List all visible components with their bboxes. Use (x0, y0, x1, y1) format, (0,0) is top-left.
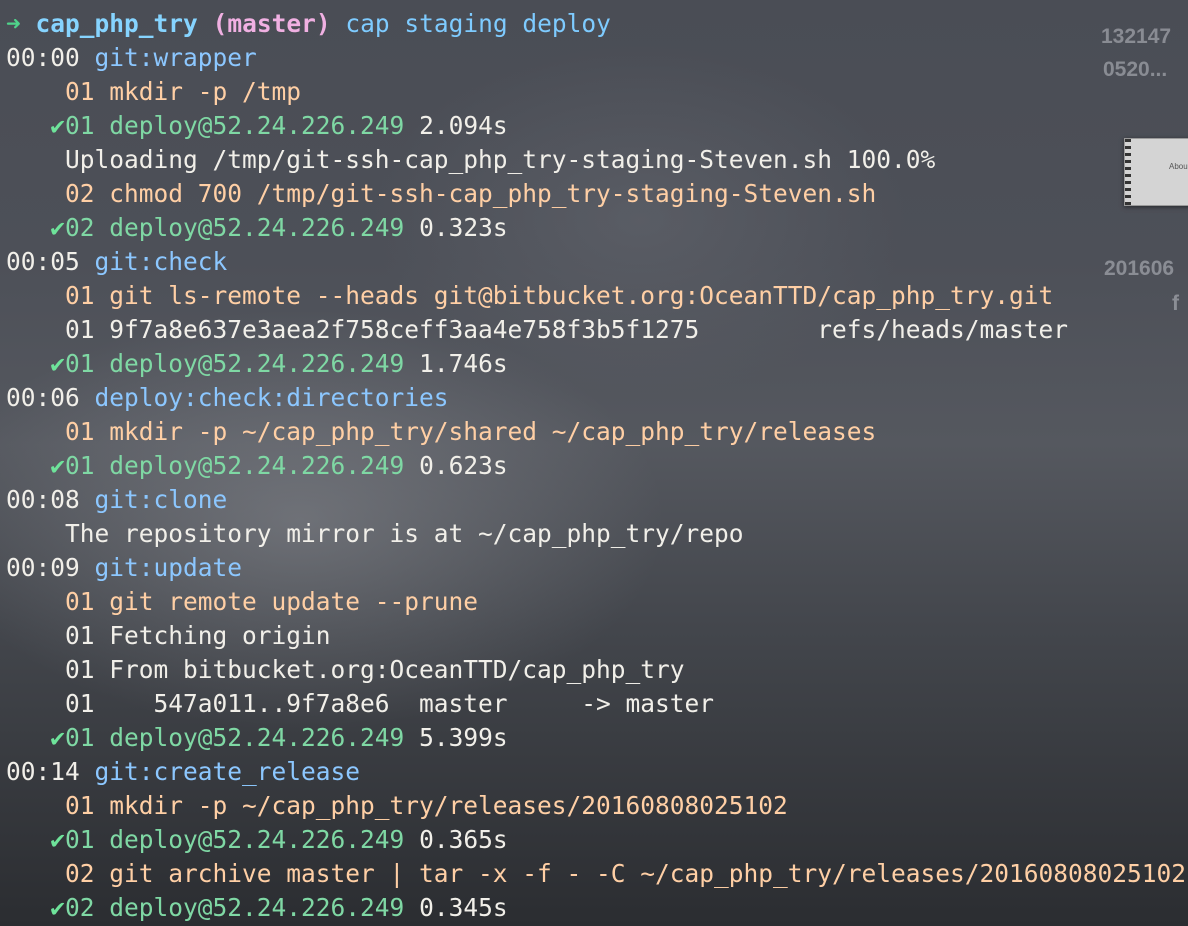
prompt-arrow-icon: ➜ (6, 9, 21, 38)
task-duration: 0.345s (419, 893, 508, 922)
task-duration: 0.365s (419, 825, 508, 854)
task-header-line: 00:05 git:check (6, 245, 1186, 279)
command-text: 01 git ls-remote --heads git@bitbucket.o… (65, 281, 1054, 310)
task-duration: 5.399s (419, 723, 508, 752)
command-line: 01 git ls-remote --heads git@bitbucket.o… (6, 279, 1186, 313)
output-line: The repository mirror is at ~/cap_php_tr… (6, 517, 1186, 551)
command-line: 01 mkdir -p ~/cap_php_try/shared ~/cap_p… (6, 415, 1186, 449)
command-line: 02 git archive master | tar -x -f - -C ~… (6, 857, 1186, 891)
checkmark-icon: ✔ (50, 893, 66, 922)
success-host: 01 deploy@52.24.226.249 (65, 451, 405, 480)
task-name: git:wrapper (94, 43, 257, 72)
command-line: 01 mkdir -p ~/cap_php_try/releases/20160… (6, 789, 1186, 823)
task-header-line: 00:00 git:wrapper (6, 41, 1186, 75)
task-timestamp: 00:06 (6, 383, 80, 412)
task-header-line: 00:08 git:clone (6, 483, 1186, 517)
checkmark-icon: ✔ (50, 349, 66, 378)
prompt-directory: cap_php_try (35, 9, 198, 38)
success-line: ✔01 deploy@52.24.226.249 2.094s (6, 109, 1186, 143)
checkmark-icon: ✔ (50, 451, 66, 480)
prompt-git-branch: (master) (212, 9, 331, 38)
task-duration: 0.323s (419, 213, 508, 242)
success-line: ✔02 deploy@52.24.226.249 0.345s (6, 891, 1186, 925)
task-name: git:update (94, 553, 243, 582)
command-text: 01 mkdir -p ~/cap_php_try/releases/20160… (65, 791, 788, 820)
output-line: 01 From bitbucket.org:OceanTTD/cap_php_t… (6, 653, 1186, 687)
success-line: ✔01 deploy@52.24.226.249 1.746s (6, 347, 1186, 381)
task-timestamp: 00:09 (6, 553, 80, 582)
output-line: Uploading /tmp/git-ssh-cap_php_try-stagi… (6, 143, 1186, 177)
task-header-line: 00:14 git:create_release (6, 755, 1186, 789)
task-duration: 0.623s (419, 451, 508, 480)
task-timestamp: 00:14 (6, 757, 80, 786)
shell-prompt-line: ➜ cap_php_try (master) cap staging deplo… (6, 7, 1186, 41)
output-line: 01 547a011..9f7a8e6 master -> master (6, 687, 1186, 721)
task-timestamp: 00:00 (6, 43, 80, 72)
command-text: 02 chmod 700 /tmp/git-ssh-cap_php_try-st… (65, 179, 877, 208)
checkmark-icon: ✔ (50, 723, 66, 752)
task-name: git:check (94, 247, 228, 276)
deploy-log: 00:00 git:wrapper 01 mkdir -p /tmp ✔01 d… (6, 41, 1186, 925)
task-timestamp: 00:08 (6, 485, 80, 514)
terminal-output[interactable]: ➜ cap_php_try (master) cap staging deplo… (6, 7, 1186, 925)
success-line: ✔01 deploy@52.24.226.249 5.399s (6, 721, 1186, 755)
task-name: deploy:check:directories (94, 383, 449, 412)
success-host: 01 deploy@52.24.226.249 (65, 111, 405, 140)
output-text: 01 9f7a8e637e3aea2f758ceff3aa4e758f3b5f1… (65, 315, 1069, 344)
command-text: 02 git archive master | tar -x -f - -C ~… (65, 859, 1187, 888)
success-host: 01 deploy@52.24.226.249 (65, 723, 405, 752)
command-text: 01 mkdir -p /tmp (65, 77, 302, 106)
success-line: ✔01 deploy@52.24.226.249 0.365s (6, 823, 1186, 857)
success-host: 02 deploy@52.24.226.249 (65, 213, 405, 242)
command-line: 02 chmod 700 /tmp/git-ssh-cap_php_try-st… (6, 177, 1186, 211)
command-text: 01 mkdir -p ~/cap_php_try/shared ~/cap_p… (65, 417, 877, 446)
output-text: Uploading /tmp/git-ssh-cap_php_try-stagi… (65, 145, 936, 174)
prompt-command: cap staging deploy (345, 9, 611, 38)
output-text: 01 Fetching origin (65, 621, 331, 650)
task-header-line: 00:09 git:update (6, 551, 1186, 585)
checkmark-icon: ✔ (50, 213, 66, 242)
output-text: The repository mirror is at ~/cap_php_tr… (65, 519, 744, 548)
output-line: 01 9f7a8e637e3aea2f758ceff3aa4e758f3b5f1… (6, 313, 1186, 347)
task-name: git:create_release (94, 757, 361, 786)
task-timestamp: 00:05 (6, 247, 80, 276)
checkmark-icon: ✔ (50, 825, 66, 854)
success-host: 01 deploy@52.24.226.249 (65, 825, 405, 854)
output-text: 01 547a011..9f7a8e6 master -> master (65, 689, 715, 718)
command-line: 01 mkdir -p /tmp (6, 75, 1186, 109)
output-text: 01 From bitbucket.org:OceanTTD/cap_php_t… (65, 655, 685, 684)
success-host: 02 deploy@52.24.226.249 (65, 893, 405, 922)
task-duration: 2.094s (419, 111, 508, 140)
success-line: ✔01 deploy@52.24.226.249 0.623s (6, 449, 1186, 483)
success-line: ✔02 deploy@52.24.226.249 0.323s (6, 211, 1186, 245)
output-line: 01 Fetching origin (6, 619, 1186, 653)
success-host: 01 deploy@52.24.226.249 (65, 349, 405, 378)
command-text: 01 git remote update --prune (65, 587, 479, 616)
checkmark-icon: ✔ (50, 111, 66, 140)
task-duration: 1.746s (419, 349, 508, 378)
task-header-line: 00:06 deploy:check:directories (6, 381, 1186, 415)
command-line: 01 git remote update --prune (6, 585, 1186, 619)
task-name: git:clone (94, 485, 228, 514)
